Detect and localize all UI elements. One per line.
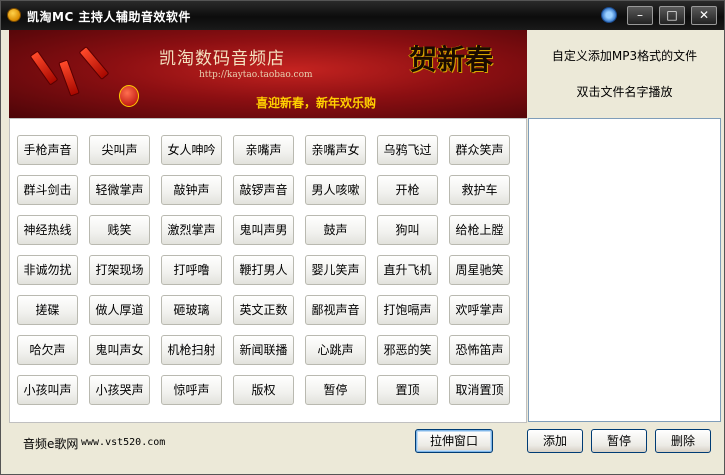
close-button[interactable]: ✕ [691, 6, 717, 25]
sound-button[interactable]: 小孩叫声 [17, 375, 78, 405]
pause-button[interactable]: 暂停 [591, 429, 647, 453]
sound-button[interactable]: 新闻联播 [233, 335, 294, 365]
firecracker-icon [58, 59, 80, 97]
banner-url: http://kaytao.taobao.com [199, 70, 313, 80]
sound-button[interactable]: 鄙视声音 [305, 295, 366, 325]
sound-button[interactable]: 轻微掌声 [89, 175, 150, 205]
sound-button[interactable]: 心跳声 [305, 335, 366, 365]
banner-greeting: 贺新春 [409, 43, 494, 76]
sound-button[interactable]: 打饱嗝声 [377, 295, 438, 325]
title-bar[interactable]: 凯淘MC 主持人辅助音效软件 – □ ✕ [1, 1, 724, 30]
sound-button[interactable]: 搓碟 [17, 295, 78, 325]
sound-button[interactable]: 女人呻吟 [161, 135, 222, 165]
site-url[interactable]: www.vst520.com [81, 437, 165, 448]
settings-gear-icon[interactable] [601, 7, 617, 23]
add-button[interactable]: 添加 [527, 429, 583, 453]
sound-button[interactable]: 狗叫 [377, 215, 438, 245]
delete-button[interactable]: 删除 [655, 429, 711, 453]
file-list[interactable] [528, 118, 721, 422]
sound-button[interactable]: 邪恶的笑 [377, 335, 438, 365]
sound-button[interactable]: 乌鸦飞过 [377, 135, 438, 165]
sound-button[interactable]: 敲锣声音 [233, 175, 294, 205]
sound-button[interactable]: 周星驰笑 [449, 255, 510, 285]
firecracker-icon [78, 45, 110, 81]
sound-button[interactable]: 给枪上膛 [449, 215, 510, 245]
sound-button[interactable]: 神经热线 [17, 215, 78, 245]
minimize-button[interactable]: – [627, 6, 653, 25]
banner-title: 凯淘数码音频店 [159, 49, 285, 69]
sound-button[interactable]: 小孩哭声 [89, 375, 150, 405]
sound-button[interactable]: 贱笑 [89, 215, 150, 245]
sound-button[interactable]: 敲钟声 [161, 175, 222, 205]
sound-button-grid: 手枪声音 尖叫声 女人呻吟 亲嘴声 亲嘴声女 乌鸦飞过 群众笑声群斗剑击 轻微掌声 敲钟声 敲锣声… [9, 118, 527, 423]
sound-button[interactable]: 鼓声 [305, 215, 366, 245]
sound-button[interactable]: 非诚勿扰 [17, 255, 78, 285]
sound-button[interactable]: 打架现场 [89, 255, 150, 285]
sound-button[interactable]: 惊呼声 [161, 375, 222, 405]
add-file-hint: 自定义添加MP3格式的文件 [551, 49, 698, 63]
sound-button[interactable]: 亲嘴声女 [305, 135, 366, 165]
sound-button[interactable]: 英文正数 [233, 295, 294, 325]
sound-button[interactable]: 打呼噜 [161, 255, 222, 285]
sound-button[interactable]: 男人咳嗽 [305, 175, 366, 205]
maximize-button[interactable]: □ [659, 6, 685, 25]
sound-button[interactable]: 直升飞机 [377, 255, 438, 285]
sound-button[interactable]: 开枪 [377, 175, 438, 205]
stretch-window-button[interactable]: 拉伸窗口 [415, 429, 493, 453]
sound-button[interactable]: 群众笑声 [449, 135, 510, 165]
window-title: 凯淘MC 主持人辅助音效软件 [27, 10, 191, 24]
sound-button[interactable]: 群斗剑击 [17, 175, 78, 205]
file-panel: 自定义添加MP3格式的文件 双击文件名字播放 [528, 30, 721, 423]
sound-button[interactable]: 砸玻璃 [161, 295, 222, 325]
firecracker-icon [29, 50, 59, 86]
sound-button[interactable]: 版权 [233, 375, 294, 405]
app-logo-icon [7, 8, 21, 22]
sound-button[interactable]: 置顶 [377, 375, 438, 405]
promo-banner: 凯淘数码音频店 http://kaytao.taobao.com 喜迎新春，新年… [9, 30, 527, 118]
sound-button[interactable]: 鬼叫声男 [233, 215, 294, 245]
sound-button[interactable]: 手枪声音 [17, 135, 78, 165]
sound-button[interactable]: 机枪扫射 [161, 335, 222, 365]
sound-button[interactable]: 做人厚道 [89, 295, 150, 325]
banner-slogan: 喜迎新春，新年欢乐购 [256, 96, 377, 110]
sound-button[interactable]: 恐怖笛声 [449, 335, 510, 365]
footer-bar: 音频e歌网 www.vst520.com 拉伸窗口 添加 暂停 删除 [1, 423, 724, 474]
lantern-icon [119, 85, 139, 107]
sound-button[interactable]: 取消置顶 [449, 375, 510, 405]
sound-button[interactable]: 鬼叫声女 [89, 335, 150, 365]
sound-button[interactable]: 激烈掌声 [161, 215, 222, 245]
sound-button[interactable]: 鞭打男人 [233, 255, 294, 285]
sound-button[interactable]: 亲嘴声 [233, 135, 294, 165]
sound-button[interactable]: 欢呼掌声 [449, 295, 510, 325]
sound-button[interactable]: 婴儿笑声 [305, 255, 366, 285]
sound-button[interactable]: 救护车 [449, 175, 510, 205]
play-file-hint: 双击文件名字播放 [576, 85, 673, 99]
sound-button[interactable]: 尖叫声 [89, 135, 150, 165]
sound-button[interactable]: 哈欠声 [17, 335, 78, 365]
app-window: 凯淘MC 主持人辅助音效软件 – □ ✕ 凯淘数码音频店 http://kayt… [0, 0, 725, 475]
site-label: 音频e歌网 [23, 437, 79, 451]
sound-button[interactable]: 暂停 [305, 375, 366, 405]
